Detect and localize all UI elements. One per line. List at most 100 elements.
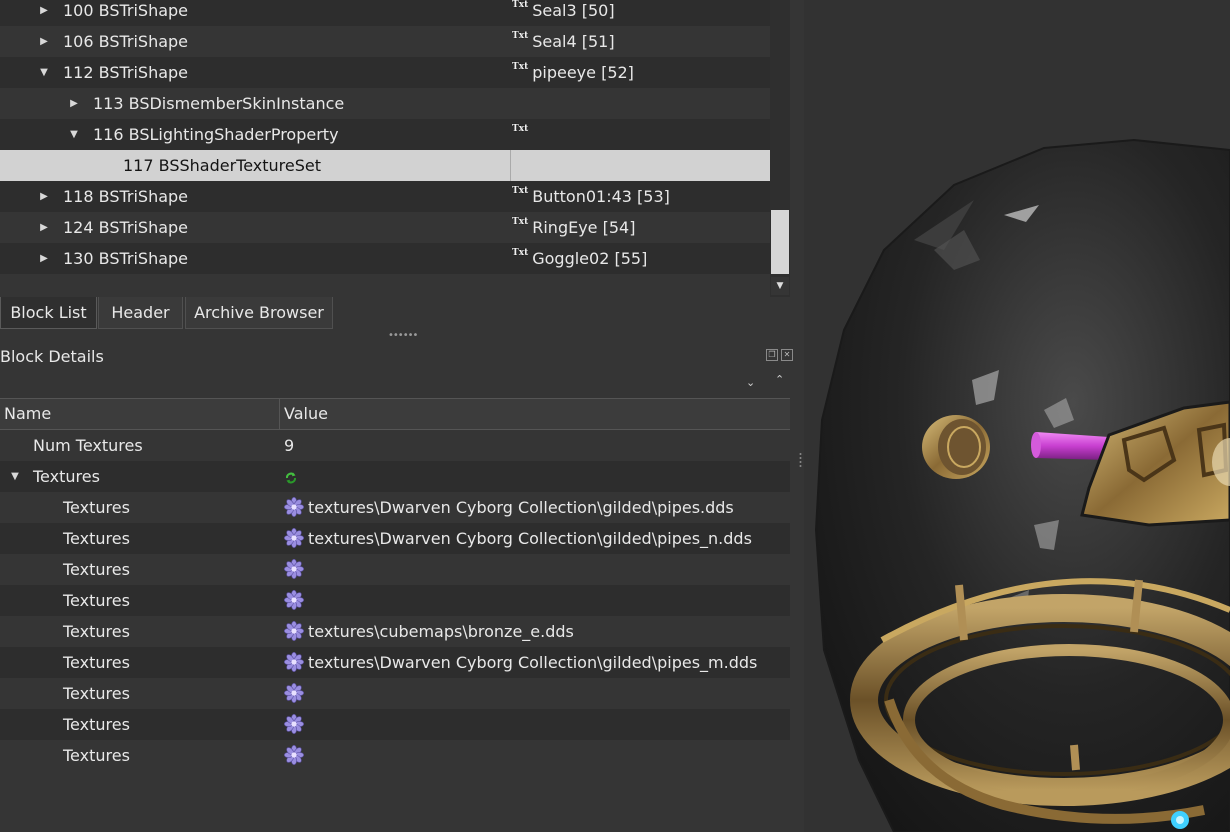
collapsed-arrow-icon[interactable]: ▶ [39, 0, 49, 26]
tree-row[interactable]: ▼ 116 BSLightingShaderProperty Txt [0, 119, 770, 150]
details-row[interactable]: Textures textures\cubemaps\bronze_e.dds [0, 616, 790, 647]
txt-icon: Txt [512, 186, 529, 196]
details-row[interactable]: Num Textures 9 [0, 430, 790, 461]
tree-row-value: Txt [512, 119, 532, 150]
collapsed-arrow-icon[interactable]: ▶ [39, 181, 49, 212]
tree-row-value-text: Goggle02 [55] [532, 249, 648, 268]
tree-row[interactable]: ▶ 130 BSTriShape Txt Goggle02 [55] [0, 243, 770, 274]
details-row-value-text: 9 [284, 436, 295, 455]
details-row[interactable]: Textures [0, 678, 790, 709]
left-panel: ▶ 100 BSTriShape Txt Seal3 [50] ▶ 106 BSTriSh… [0, 0, 804, 832]
details-row-name: Textures [63, 746, 130, 765]
texture-flower-icon[interactable] [284, 620, 304, 641]
tree-scrollbar[interactable]: ▼ [770, 0, 790, 297]
collapse-all-icon[interactable]: ⌄ [746, 376, 755, 389]
float-window-icon[interactable]: ❐ [766, 349, 778, 361]
details-row-value[interactable] [284, 554, 308, 585]
scroll-down-arrow-icon[interactable]: ▼ [771, 277, 789, 295]
details-row[interactable]: Textures textures\Dwarven Cyborg Collecti… [0, 647, 790, 678]
collapsed-arrow-icon[interactable]: ▶ [69, 88, 79, 119]
texture-flower-icon[interactable] [284, 496, 304, 517]
details-row-name: Textures [63, 715, 130, 734]
details-row-value[interactable]: textures\Dwarven Cyborg Collection\gilde… [284, 492, 734, 523]
txt-icon: Txt [512, 62, 529, 72]
expand-all-icon[interactable]: ⌃ [775, 373, 784, 386]
tab-archive-browser[interactable]: Archive Browser [185, 297, 333, 329]
tree-row-value: Txt pipeeye [52] [512, 57, 634, 88]
tree-row[interactable]: ▶ 118 BSTriShape Txt Button01:43 [53] [0, 181, 770, 212]
column-value-header[interactable]: Value [284, 399, 328, 429]
details-row-value[interactable]: textures\cubemaps\bronze_e.dds [284, 616, 574, 647]
3d-viewport[interactable] [804, 0, 1230, 832]
tree-row-name: 130 BSTriShape [63, 249, 189, 268]
details-row-name: Textures [63, 684, 130, 703]
details-row[interactable]: Textures [0, 554, 790, 585]
details-row-value[interactable] [284, 585, 308, 616]
tree-row[interactable]: ▶ 113 BSDismemberSkinInstance [0, 88, 770, 119]
tab-header[interactable]: Header [98, 297, 183, 329]
tree-row-value-text: RingEye [54] [532, 218, 636, 237]
details-row-value[interactable] [284, 678, 308, 709]
tree-row-value-text: Button01:43 [53] [532, 187, 670, 206]
details-row-value-text: textures\Dwarven Cyborg Collection\gilde… [308, 498, 734, 517]
scrollbar-thumb[interactable] [771, 210, 789, 274]
collapsed-arrow-icon[interactable]: ▶ [39, 243, 49, 274]
texture-flower-icon[interactable] [284, 744, 304, 765]
tree-row[interactable]: 117 BSShaderTextureSet [0, 150, 770, 181]
block-tree[interactable]: ▶ 100 BSTriShape Txt Seal3 [50] ▶ 106 BSTriSh… [0, 0, 770, 297]
collapsed-arrow-icon[interactable]: ▶ [39, 26, 49, 57]
tree-row-name: 118 BSTriShape [63, 187, 189, 206]
texture-flower-icon[interactable] [284, 651, 304, 672]
details-row-name: Textures [63, 529, 130, 548]
expanded-arrow-icon[interactable]: ▼ [69, 119, 79, 150]
block-details-table: Name Value Num Textures 9 ▼ Textures Texture… [0, 398, 790, 771]
details-row-value-text: textures\Dwarven Cyborg Collection\gilde… [308, 529, 752, 548]
tree-row-name: 112 BSTriShape [63, 63, 189, 82]
details-row[interactable]: ▼ Textures [0, 461, 790, 492]
details-row-value-text: textures\cubemaps\bronze_e.dds [308, 622, 574, 641]
details-row-value[interactable] [284, 740, 308, 771]
texture-flower-icon[interactable] [284, 527, 304, 548]
details-row-value[interactable]: textures\Dwarven Cyborg Collection\gilde… [284, 647, 757, 678]
tree-row-name: 124 BSTriShape [63, 218, 189, 237]
collapsed-arrow-icon[interactable]: ▶ [39, 212, 49, 243]
details-row[interactable]: Textures [0, 585, 790, 616]
tree-row-value: Txt Goggle02 [55] [512, 243, 647, 274]
txt-icon: Txt [512, 248, 529, 258]
details-row-value[interactable]: 9 [284, 430, 294, 461]
texture-flower-icon[interactable] [284, 682, 304, 703]
close-icon[interactable]: ✕ [781, 349, 793, 361]
column-divider[interactable] [279, 399, 280, 429]
details-rows: Num Textures 9 ▼ Textures Textures textures\D… [0, 430, 790, 771]
details-row-name: Textures [63, 560, 130, 579]
tree-row[interactable]: ▶ 124 BSTriShape Txt RingEye [54] [0, 212, 770, 243]
details-row-value[interactable] [284, 709, 308, 740]
tree-row-name: 117 BSShaderTextureSet [123, 156, 321, 175]
tab-block-list[interactable]: Block List [0, 297, 97, 329]
tree-row[interactable]: ▶ 106 BSTriShape Txt Seal4 [51] [0, 26, 770, 57]
tree-row-value: Txt Button01:43 [53] [512, 181, 670, 212]
txt-icon: Txt [512, 217, 529, 227]
texture-flower-icon[interactable] [284, 713, 304, 734]
expanded-arrow-icon[interactable]: ▼ [10, 461, 20, 492]
refresh-icon[interactable] [284, 464, 298, 484]
tree-row-name: 116 BSLightingShaderProperty [93, 125, 339, 144]
texture-flower-icon[interactable] [284, 589, 304, 610]
details-row[interactable]: Textures [0, 709, 790, 740]
column-name-header[interactable]: Name [4, 399, 51, 429]
details-row-value[interactable]: textures\Dwarven Cyborg Collection\gilde… [284, 523, 752, 554]
column-divider [510, 150, 511, 181]
tree-row-name: 106 BSTriShape [63, 32, 189, 51]
texture-flower-icon[interactable] [284, 558, 304, 579]
splitter-grip-icon[interactable]: •••••• [388, 331, 418, 341]
tree-row[interactable]: ▼ 112 BSTriShape Txt pipeeye [52] [0, 57, 770, 88]
tree-row[interactable]: ▶ 100 BSTriShape Txt Seal3 [50] [0, 0, 770, 26]
details-row-name: Textures [63, 498, 130, 517]
details-row-value[interactable] [284, 461, 298, 492]
panel-splitter[interactable] [799, 452, 802, 468]
details-row[interactable]: Textures textures\Dwarven Cyborg Collecti… [0, 523, 790, 554]
details-row[interactable]: Textures [0, 740, 790, 771]
details-row[interactable]: Textures textures\Dwarven Cyborg Collecti… [0, 492, 790, 523]
tree-row-name: 113 BSDismemberSkinInstance [93, 94, 345, 113]
expanded-arrow-icon[interactable]: ▼ [39, 57, 49, 88]
